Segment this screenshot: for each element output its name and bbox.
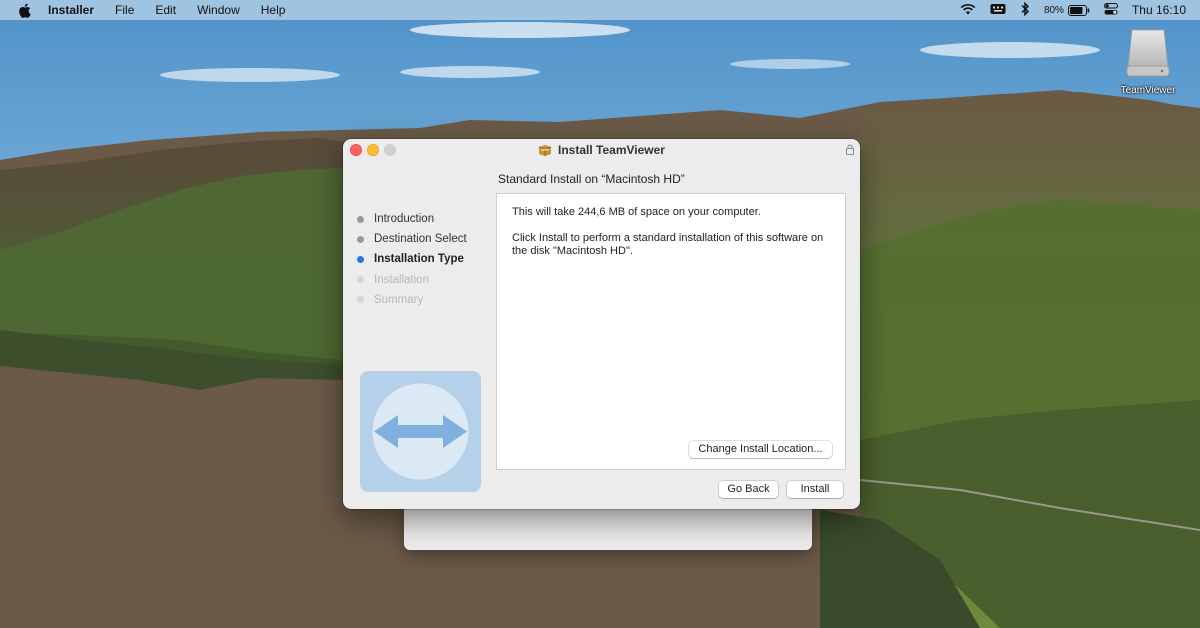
- step-installation: Installation: [357, 270, 467, 290]
- menu-bar: Installer File Edit Window Help 80% Thu …: [0, 0, 1200, 20]
- bluetooth-icon[interactable]: [1020, 1, 1030, 19]
- installer-steps: Introduction Destination Select Installa…: [357, 209, 467, 310]
- disk-label: TeamViewer: [1120, 85, 1176, 96]
- teamviewer-arrows-icon: [372, 383, 469, 480]
- battery-percent: 80%: [1043, 4, 1064, 16]
- menu-window[interactable]: Window: [197, 0, 240, 20]
- section-heading: Standard Install on “Macintosh HD”: [498, 172, 685, 186]
- battery-icon: [1067, 4, 1090, 16]
- menu-app-installer[interactable]: Installer: [48, 0, 94, 20]
- step-introduction: Introduction: [357, 209, 467, 229]
- menu-bar-status: 80% Thu 16:10: [960, 0, 1200, 20]
- step-label: Destination Select: [374, 233, 467, 246]
- go-back-button[interactable]: Go Back: [719, 481, 778, 498]
- step-label: Introduction: [374, 213, 435, 226]
- step-label: Summary: [374, 293, 424, 306]
- step-dot: [357, 235, 364, 243]
- step-dot: [357, 296, 364, 304]
- menu-bar-clock[interactable]: Thu 16:10: [1132, 3, 1186, 17]
- step-installation-type: Installation Type: [357, 249, 467, 269]
- step-summary: Summary: [357, 290, 467, 310]
- battery-status[interactable]: 80%: [1043, 4, 1090, 16]
- teamviewer-logo: [360, 371, 481, 492]
- control-center-icon[interactable]: [1103, 2, 1118, 18]
- window-title-wrap: Install TeamViewer: [343, 143, 860, 157]
- step-dot: [357, 215, 364, 223]
- lock-icon: [846, 144, 854, 155]
- step-dot: [357, 276, 364, 284]
- wifi-icon[interactable]: [960, 3, 976, 18]
- title-bar[interactable]: Install TeamViewer: [343, 139, 860, 161]
- disk-drive-icon: [1126, 29, 1170, 77]
- step-dot-current: [357, 255, 364, 263]
- apple-menu-icon[interactable]: [18, 3, 32, 18]
- step-destination-select: Destination Select: [357, 229, 467, 249]
- keyboard-input-icon[interactable]: [990, 3, 1006, 18]
- installer-window: Install TeamViewer Standard Install on “…: [343, 139, 860, 509]
- menu-file[interactable]: File: [115, 0, 134, 20]
- content-panel: This will take 244,6 MB of space on your…: [496, 193, 846, 470]
- menu-edit[interactable]: Edit: [155, 0, 176, 20]
- desktop-disk-teamviewer[interactable]: TeamViewer: [1118, 28, 1178, 96]
- menu-help[interactable]: Help: [261, 0, 286, 20]
- installer-package-icon: [538, 145, 552, 156]
- install-button[interactable]: Install: [787, 481, 843, 498]
- window-title: Install TeamViewer: [558, 143, 665, 157]
- step-label: Installation Type: [374, 253, 464, 266]
- change-install-location-button[interactable]: Change Install Location...: [689, 441, 832, 458]
- space-required-text: This will take 244,6 MB of space on your…: [512, 206, 761, 218]
- install-description-text: Click Install to perform a standard inst…: [512, 232, 824, 257]
- step-label: Installation: [374, 273, 429, 286]
